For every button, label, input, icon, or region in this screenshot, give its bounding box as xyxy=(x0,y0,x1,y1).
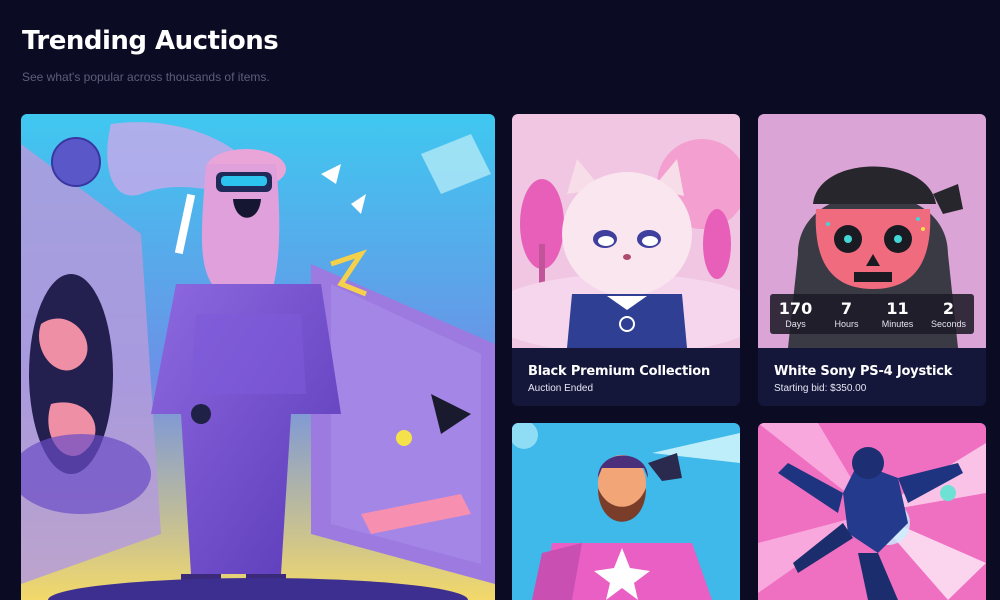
hours-label: Hours xyxy=(834,319,859,329)
countdown-days: 170 Days xyxy=(773,299,819,329)
auction-status: Auction Ended xyxy=(528,383,594,394)
featured-auction-card[interactable] xyxy=(21,114,495,600)
seconds-label: Seconds xyxy=(930,319,967,329)
auction-card-bearded-man[interactable] xyxy=(512,423,740,600)
hours-value: 7 xyxy=(840,299,853,318)
bearded-man-artwork-image xyxy=(512,423,740,600)
section-header: Trending Auctions See what's popular acr… xyxy=(22,26,279,84)
featured-artwork-image xyxy=(21,114,495,600)
countdown-minutes: 11 Minutes xyxy=(875,299,921,329)
card-info: White Sony PS-4 Joystick Starting bid: $… xyxy=(758,348,986,406)
card-title: White Sony PS-4 Joystick xyxy=(774,364,953,379)
card-title: Black Premium Collection xyxy=(528,364,711,379)
seconds-value: 2 xyxy=(942,299,955,318)
auction-card-black-premium[interactable]: Black Premium Collection Auction Ended xyxy=(512,114,740,406)
ninja-artwork-image xyxy=(758,423,986,600)
auction-card-ninja[interactable] xyxy=(758,423,986,600)
card-info: Black Premium Collection Auction Ended xyxy=(512,348,740,406)
days-label: Days xyxy=(785,319,806,329)
countdown-seconds: 2 Seconds xyxy=(926,299,972,329)
countdown-hours: 7 Hours xyxy=(824,299,870,329)
page-title: Trending Auctions xyxy=(22,26,279,56)
days-value: 170 xyxy=(778,299,813,318)
minutes-label: Minutes xyxy=(881,319,914,329)
starting-bid: Starting bid: $350.00 xyxy=(774,383,867,394)
cat-artwork-image xyxy=(512,114,740,348)
auction-countdown: 170 Days 7 Hours 11 Minutes 2 Seconds xyxy=(770,294,974,334)
page-subtitle: See what's popular across thousands of i… xyxy=(22,70,270,84)
auction-card-sony-joystick[interactable]: 170 Days 7 Hours 11 Minutes 2 Seconds Wh… xyxy=(758,114,986,406)
minutes-value: 11 xyxy=(886,299,909,318)
